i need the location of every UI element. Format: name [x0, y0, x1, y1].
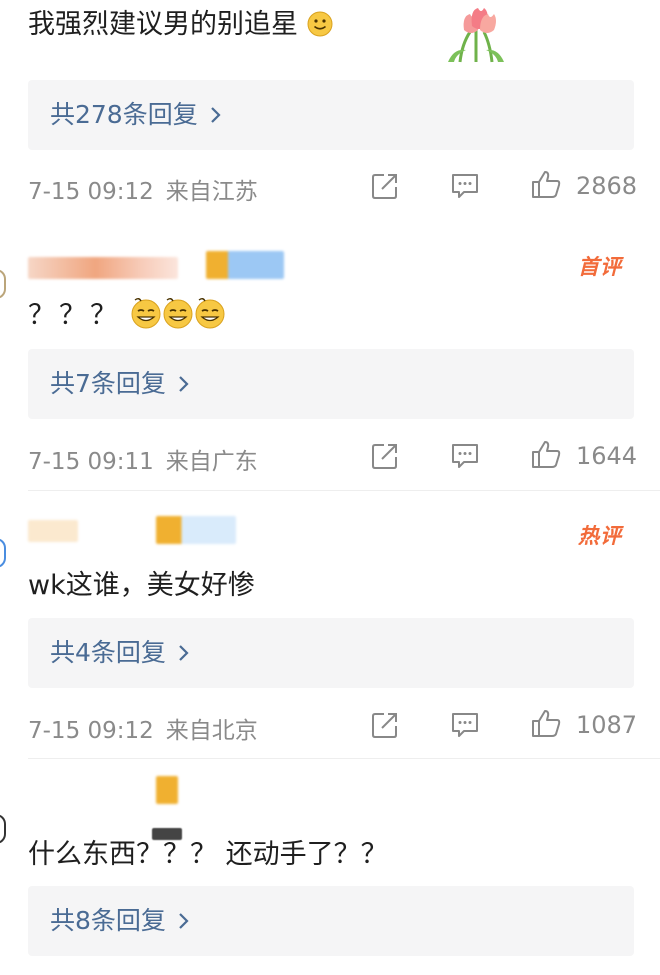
avatar-edge [0, 269, 6, 299]
comment-meta: 7-15 09:11 来自广东 [28, 442, 258, 476]
share-icon[interactable] [370, 171, 400, 201]
like-count: 1087 [576, 711, 638, 739]
view-replies-button[interactable]: 共8条回复 [28, 886, 634, 956]
chevron-right-icon [178, 619, 190, 689]
like-count: 1644 [576, 442, 638, 470]
timestamp: 7-15 09:12 [28, 718, 154, 744]
username-redacted [28, 257, 178, 279]
share-icon[interactable] [370, 441, 400, 471]
sweat-smile-emoji [130, 296, 226, 337]
comment-item: 首评 ？？？ 共7条回复 7-15 09:11 来自广东 1644 [0, 225, 660, 490]
comment-icon[interactable] [450, 711, 480, 739]
hot-comment-badge: 热评 [578, 524, 622, 548]
comment-item: 热评 wk这谁，美女好惨 共4条回复 7-15 09:12 来自北京 1087 [0, 490, 660, 758]
user-badge-redacted [156, 516, 236, 544]
comment-text: wk这谁，美女好惨 [28, 570, 255, 601]
comment-meta: 7-15 09:12 来自北京 [28, 711, 258, 745]
comment-icon[interactable] [450, 172, 480, 200]
thumbs-up-icon[interactable] [530, 438, 562, 470]
comment-item: 什么东西？？？ 还动手了？？ 共8条回复 [0, 758, 660, 975]
comment-text: 我强烈建议男的别追星 [28, 2, 333, 44]
slight-smile-emoji [307, 11, 333, 44]
location: 来自北京 [165, 718, 258, 744]
first-comment-badge: 首评 [578, 255, 622, 279]
user-badge-redacted [156, 776, 178, 804]
comment-icon[interactable] [450, 442, 480, 470]
chevron-right-icon [178, 887, 190, 957]
comment-text: ？？？ [28, 293, 226, 337]
comment-meta: 7-15 09:12 来自江苏 [28, 172, 258, 206]
share-icon[interactable] [370, 710, 400, 740]
timestamp: 7-15 09:12 [28, 179, 154, 205]
view-replies-button[interactable]: 共278条回复 [28, 80, 634, 150]
user-badge-redacted [206, 251, 284, 279]
tulip-sticker [440, 4, 512, 68]
comment-text: 什么东西？？？ 还动手了？？ [28, 839, 388, 870]
timestamp: 7-15 09:11 [28, 449, 154, 475]
location: 来自江苏 [165, 179, 258, 205]
redaction-mark [152, 828, 182, 840]
thumbs-up-icon[interactable] [530, 168, 562, 200]
thumbs-up-icon[interactable] [530, 707, 562, 739]
like-count: 2868 [576, 172, 638, 200]
location: 来自广东 [165, 449, 258, 475]
comment-item: 我强烈建议男的别追星 共278条回复 7-15 09:12 来自江苏 2868 [0, 0, 660, 225]
chevron-right-icon [210, 81, 222, 151]
avatar-edge [0, 814, 6, 844]
view-replies-button[interactable]: 共7条回复 [28, 349, 634, 419]
chevron-right-icon [178, 350, 190, 420]
view-replies-button[interactable]: 共4条回复 [28, 618, 634, 688]
username-redacted [28, 520, 78, 542]
avatar-edge [0, 538, 6, 568]
